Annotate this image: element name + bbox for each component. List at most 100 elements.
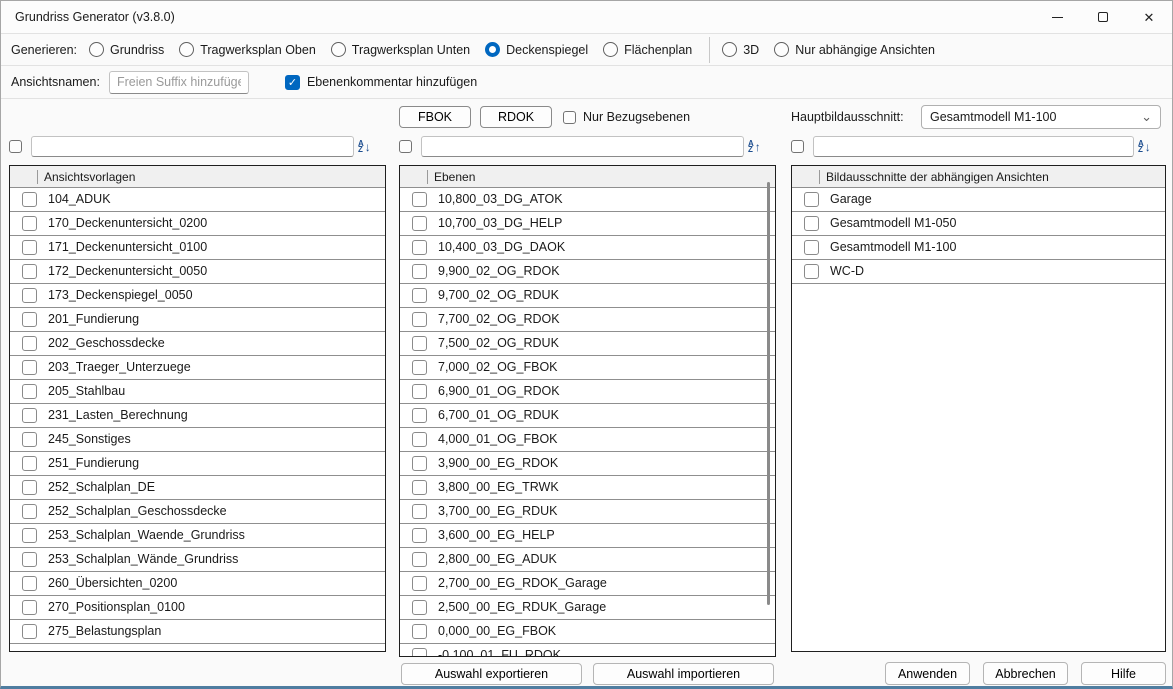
row-checkbox[interactable]: [412, 192, 427, 207]
maximize-button[interactable]: [1080, 1, 1126, 33]
list-item[interactable]: 104_ADUK: [10, 188, 385, 212]
row-checkbox[interactable]: [804, 240, 819, 255]
list-item[interactable]: 252_Schalplan_DE: [10, 476, 385, 500]
list-item[interactable]: 6,700_01_OG_RDUK: [400, 404, 775, 428]
list-item[interactable]: 203_Traeger_Unterzuege: [10, 356, 385, 380]
main-view-dropdown[interactable]: Gesamtmodell M1-100 ⌄: [921, 105, 1161, 129]
list-item[interactable]: 275_Belastungsplan: [10, 620, 385, 644]
row-checkbox[interactable]: [412, 504, 427, 519]
crops-search-input[interactable]: [813, 136, 1134, 157]
list-item[interactable]: 3,700_00_EG_RDUK: [400, 500, 775, 524]
radio-option[interactable]: Nur abhängige Ansichten: [774, 42, 935, 57]
minimize-button[interactable]: [1034, 1, 1080, 33]
list-item[interactable]: 2,800_00_EG_ADUK: [400, 548, 775, 572]
list-item[interactable]: 253_Schalplan_Wände_Grundriss: [10, 548, 385, 572]
row-checkbox[interactable]: [22, 456, 37, 471]
row-checkbox[interactable]: [804, 192, 819, 207]
row-checkbox[interactable]: [22, 288, 37, 303]
row-checkbox[interactable]: [412, 240, 427, 255]
scrollbar-thumb[interactable]: [767, 182, 770, 605]
list-item[interactable]: 245_Sonstiges: [10, 428, 385, 452]
row-checkbox[interactable]: [412, 264, 427, 279]
close-button[interactable]: ✕: [1126, 1, 1172, 33]
row-checkbox[interactable]: [22, 216, 37, 231]
row-checkbox[interactable]: [22, 264, 37, 279]
row-checkbox[interactable]: [22, 312, 37, 327]
row-checkbox[interactable]: [22, 192, 37, 207]
list-item[interactable]: 172_Deckenuntersicht_0050: [10, 260, 385, 284]
row-checkbox[interactable]: [412, 216, 427, 231]
list-item[interactable]: 10,400_03_DG_DAOK: [400, 236, 775, 260]
row-checkbox[interactable]: [412, 648, 427, 657]
list-item[interactable]: 170_Deckenuntersicht_0200: [10, 212, 385, 236]
row-checkbox[interactable]: [22, 432, 37, 447]
row-checkbox[interactable]: [804, 264, 819, 279]
list-item[interactable]: 9,700_02_OG_RDUK: [400, 284, 775, 308]
templates-select-all-checkbox[interactable]: ✓: [9, 140, 22, 153]
list-item[interactable]: Garage: [792, 188, 1165, 212]
list-item[interactable]: 253_Schalplan_Waende_Grundriss: [10, 524, 385, 548]
row-checkbox[interactable]: [22, 336, 37, 351]
list-item[interactable]: 4,000_01_OG_FBOK: [400, 428, 775, 452]
list-item[interactable]: 252_Schalplan_Geschossdecke: [10, 500, 385, 524]
list-item[interactable]: 10,700_03_DG_HELP: [400, 212, 775, 236]
radio-icon[interactable]: [89, 42, 104, 57]
row-checkbox[interactable]: [22, 360, 37, 375]
list-item[interactable]: 173_Deckenspiegel_0050: [10, 284, 385, 308]
row-checkbox[interactable]: [22, 576, 37, 591]
sort-az-icon[interactable]: AZ ↓: [1138, 137, 1162, 157]
sort-az-icon[interactable]: AZ ↓: [358, 137, 382, 157]
radio-icon[interactable]: [722, 42, 737, 57]
import-selection-button[interactable]: Auswahl importieren: [593, 663, 774, 685]
list-item[interactable]: 0,000_00_EG_FBOK: [400, 620, 775, 644]
list-item[interactable]: 251_Fundierung: [10, 452, 385, 476]
row-checkbox[interactable]: [412, 384, 427, 399]
row-checkbox[interactable]: [22, 240, 37, 255]
radio-option[interactable]: Grundriss: [89, 42, 164, 57]
templates-search-input[interactable]: [31, 136, 354, 157]
cancel-button[interactable]: Abbrechen: [983, 662, 1068, 685]
list-item[interactable]: 6,900_01_OG_RDOK: [400, 380, 775, 404]
radio-option[interactable]: Deckenspiegel: [485, 42, 588, 57]
radio-icon[interactable]: [331, 42, 346, 57]
export-selection-button[interactable]: Auswahl exportieren: [401, 663, 582, 685]
list-item[interactable]: -0,100_01_FU_RDOK: [400, 644, 775, 657]
rdok-button[interactable]: RDOK: [480, 106, 552, 128]
fbok-button[interactable]: FBOK: [399, 106, 471, 128]
list-item[interactable]: 201_Fundierung: [10, 308, 385, 332]
radio-icon[interactable]: [603, 42, 618, 57]
row-checkbox[interactable]: [22, 552, 37, 567]
list-item[interactable]: 270_Positionsplan_0100: [10, 596, 385, 620]
row-checkbox[interactable]: [412, 408, 427, 423]
list-item[interactable]: 3,900_00_EG_RDOK: [400, 452, 775, 476]
list-item[interactable]: Gesamtmodell M1-100: [792, 236, 1165, 260]
list-item[interactable]: 231_Lasten_Berechnung: [10, 404, 385, 428]
row-checkbox[interactable]: [22, 384, 37, 399]
row-checkbox[interactable]: [412, 528, 427, 543]
level-comment-option[interactable]: ✓ Ebenenkommentar hinzufügen: [285, 75, 477, 90]
list-item[interactable]: 3,800_00_EG_TRWK: [400, 476, 775, 500]
row-checkbox[interactable]: [22, 528, 37, 543]
radio-option[interactable]: 3D: [722, 42, 759, 57]
row-checkbox[interactable]: [412, 552, 427, 567]
sort-az-icon[interactable]: AZ ↑: [748, 137, 772, 157]
radio-option[interactable]: Tragwerksplan Oben: [179, 42, 316, 57]
level-comment-checkbox[interactable]: ✓: [285, 75, 300, 90]
levels-search-input[interactable]: [421, 136, 744, 157]
row-checkbox[interactable]: [804, 216, 819, 231]
list-item[interactable]: 260_Übersichten_0200: [10, 572, 385, 596]
list-item[interactable]: 2,500_00_EG_RDUK_Garage: [400, 596, 775, 620]
list-item[interactable]: 202_Geschossdecke: [10, 332, 385, 356]
apply-button[interactable]: Anwenden: [885, 662, 970, 685]
row-checkbox[interactable]: [22, 480, 37, 495]
list-item[interactable]: WC-D: [792, 260, 1165, 284]
levels-select-all-checkbox[interactable]: ✓: [399, 140, 412, 153]
list-item[interactable]: Gesamtmodell M1-050: [792, 212, 1165, 236]
row-checkbox[interactable]: [412, 600, 427, 615]
row-checkbox[interactable]: [412, 312, 427, 327]
row-checkbox[interactable]: [412, 480, 427, 495]
list-item[interactable]: 9,900_02_OG_RDOK: [400, 260, 775, 284]
row-checkbox[interactable]: [22, 504, 37, 519]
row-checkbox[interactable]: [22, 600, 37, 615]
radio-icon[interactable]: [774, 42, 789, 57]
